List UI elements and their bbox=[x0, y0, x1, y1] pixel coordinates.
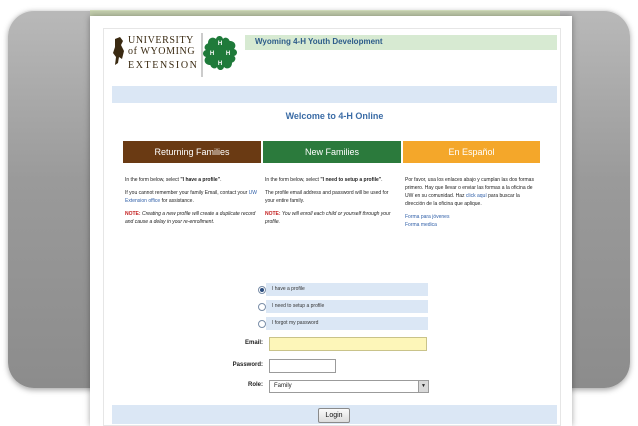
new-families-column: In the form below, select "I need to set… bbox=[265, 177, 391, 225]
chevron-down-icon[interactable]: ▼ bbox=[418, 381, 428, 392]
option-setup-profile[interactable]: I need to setup a profile bbox=[266, 300, 428, 313]
returning-families-heading: Returning Families bbox=[123, 141, 261, 163]
login-button[interactable]: Login bbox=[318, 408, 350, 423]
email-label: Email: bbox=[244, 340, 263, 346]
four-h-clover-icon: HHHH bbox=[201, 33, 237, 77]
espanol-heading: En Español bbox=[403, 141, 540, 163]
role-value: Family bbox=[274, 383, 292, 389]
role-select[interactable]: Family ▼ bbox=[269, 380, 429, 393]
svg-text:H: H bbox=[218, 41, 222, 47]
site-title: Wyoming 4-H Youth Development bbox=[255, 37, 383, 46]
svg-text:H: H bbox=[210, 51, 214, 57]
radio-have-profile[interactable] bbox=[258, 286, 266, 294]
header-title-bar: Wyoming 4-H Youth Development bbox=[245, 35, 557, 50]
forma-jovenes-link[interactable]: Forma para jóvenes bbox=[405, 213, 537, 221]
university-extension-logo: UNIVERSITY of WYOMING EXTENSION HHHH bbox=[112, 33, 242, 81]
option-have-profile[interactable]: I have a profile bbox=[266, 283, 428, 296]
role-label: Role: bbox=[248, 382, 263, 388]
page-title: Welcome to 4-H Online bbox=[285, 111, 384, 121]
espanol-column: Por favor, usa los enlaces abajo y cumpl… bbox=[405, 176, 537, 229]
radio-forgot-password[interactable] bbox=[258, 320, 266, 328]
logo-extension-text: EXTENSION bbox=[128, 60, 199, 71]
new-families-heading: New Families bbox=[263, 141, 401, 163]
nav-band bbox=[112, 86, 557, 103]
email-field[interactable] bbox=[269, 337, 427, 351]
svg-text:H: H bbox=[218, 61, 222, 67]
svg-text:H: H bbox=[226, 51, 230, 57]
password-label: Password: bbox=[232, 362, 263, 368]
click-aqui-link[interactable]: click aquí bbox=[466, 193, 487, 199]
radio-setup-profile[interactable] bbox=[258, 303, 266, 311]
bucking-horse-icon bbox=[113, 37, 124, 65]
option-forgot-password[interactable]: I forgot my password bbox=[266, 317, 428, 330]
logo-university-text: UNIVERSITY bbox=[128, 35, 194, 46]
password-field[interactable] bbox=[269, 359, 336, 373]
logo-wyoming-text: of WYOMING bbox=[128, 46, 196, 57]
returning-families-column: In the form below, select "I have a prof… bbox=[125, 177, 258, 225]
forma-medica-link[interactable]: Forma medica bbox=[405, 221, 537, 229]
